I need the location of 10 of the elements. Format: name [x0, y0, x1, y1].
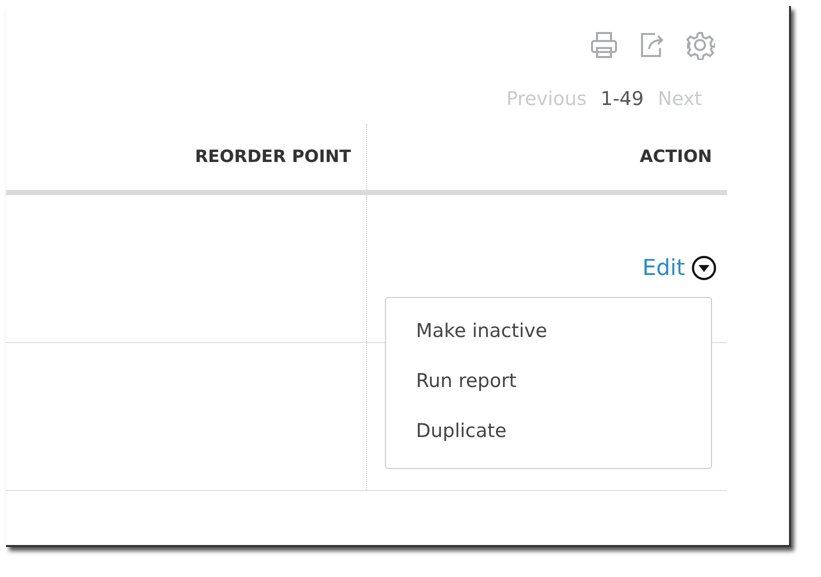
menu-item[interactable]: Make inactive: [386, 308, 711, 358]
menu-item[interactable]: Run report: [386, 358, 711, 408]
edit-link[interactable]: Edit: [642, 256, 685, 280]
print-icon[interactable]: [589, 30, 619, 60]
page-range: 1-49: [600, 88, 644, 110]
column-header: ACTION: [640, 147, 712, 167]
dropdown-caret-icon[interactable]: [691, 255, 717, 281]
column-header: REORDER POINT: [194, 147, 351, 167]
menu-item[interactable]: Duplicate: [386, 408, 711, 458]
settings-icon[interactable]: [685, 30, 715, 60]
